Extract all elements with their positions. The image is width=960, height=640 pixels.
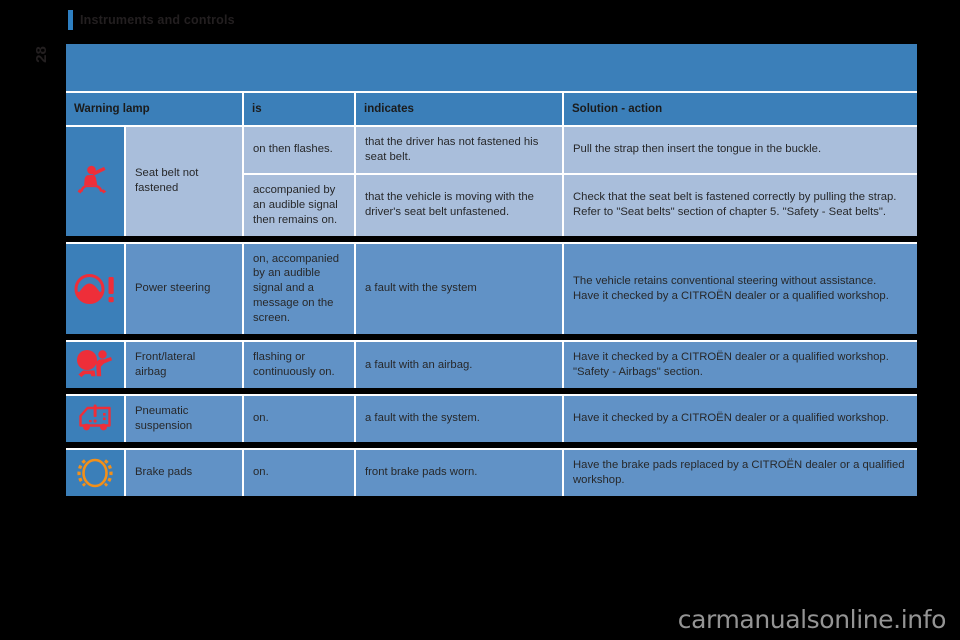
pneumatic-suspension-icon-cell bbox=[66, 393, 126, 442]
lamp-is: on. bbox=[244, 393, 357, 442]
lamp-name: Front/lateral airbag bbox=[126, 340, 245, 388]
table-row: Front/lateral airbag flashing or continu… bbox=[66, 340, 918, 388]
chapter-title: Instruments and controls bbox=[80, 13, 235, 27]
power-steering-icon-cell bbox=[66, 241, 126, 335]
site-watermark: carmanualsonline.info bbox=[677, 605, 947, 634]
lamp-indicates: front brake pads worn. bbox=[356, 447, 565, 496]
brake-pads-icon bbox=[77, 458, 113, 487]
lamp-name: Power steering bbox=[126, 241, 245, 335]
lamp-solution: Have it checked by a CITROËN dealer or a… bbox=[564, 340, 918, 388]
page-number: 28 bbox=[26, 36, 56, 72]
chapter-heading: Instruments and controls bbox=[68, 10, 235, 30]
lamp-indicates: that the driver has not fastened his sea… bbox=[356, 125, 565, 173]
seat-belt-icon-cell bbox=[66, 125, 126, 236]
chapter-accent-bar bbox=[68, 10, 73, 30]
lamp-solution: Pull the strap then insert the tongue in… bbox=[564, 125, 918, 173]
lamp-indicates: that the vehicle is moving with the driv… bbox=[356, 172, 565, 236]
lamp-indicates: a fault with an airbag. bbox=[356, 340, 565, 388]
table-top-banner bbox=[66, 44, 917, 91]
lamp-is: accompanied by an audible signal then re… bbox=[244, 172, 357, 236]
page-number-value: 28 bbox=[32, 45, 50, 63]
lamp-indicates: a fault with the system. bbox=[356, 393, 565, 442]
manual-page: Instruments and controls 28 Warning lamp… bbox=[0, 0, 960, 640]
lamp-solution: Have it checked by a CITROËN dealer or a… bbox=[564, 393, 918, 442]
table-row: Power steering on, accompanied by an aud… bbox=[66, 241, 918, 335]
lamp-name: Pneumatic suspension bbox=[126, 393, 245, 442]
power-steering-icon bbox=[74, 273, 114, 304]
lamp-name: Seat belt not fastened bbox=[126, 125, 245, 236]
header-is: is bbox=[244, 91, 357, 125]
lamp-solution: The vehicle retains conventional steerin… bbox=[564, 241, 918, 335]
warning-lamp-table-wrapper: Warning lamp is indicates Solution - act… bbox=[66, 44, 918, 496]
seat-belt-icon bbox=[77, 165, 107, 194]
brake-pads-icon-cell bbox=[66, 447, 126, 496]
header-warning-lamp: Warning lamp bbox=[66, 91, 245, 125]
lamp-indicates: a fault with the system bbox=[356, 241, 565, 335]
lamp-is: on, accompanied by an audible signal and… bbox=[244, 241, 357, 335]
lamp-is: on. bbox=[244, 447, 357, 496]
airbag-icon-cell bbox=[66, 340, 126, 388]
lamp-is: on then flashes. bbox=[244, 125, 357, 173]
airbag-icon bbox=[77, 349, 112, 378]
lamp-solution: Have the brake pads replaced by a CITROË… bbox=[564, 447, 918, 496]
table-row: Brake pads on. front brake pads worn. Ha… bbox=[66, 447, 918, 496]
header-indicates: indicates bbox=[356, 91, 565, 125]
lamp-solution: Check that the seat belt is fastened cor… bbox=[564, 172, 918, 236]
pneumatic-suspension-icon bbox=[79, 404, 111, 431]
lamp-is: flashing or continuously on. bbox=[244, 340, 357, 388]
lamp-name: Brake pads bbox=[126, 447, 245, 496]
warning-lamp-table: Warning lamp is indicates Solution - act… bbox=[66, 91, 918, 496]
table-row: Seat belt not fastened on then flashes. … bbox=[66, 125, 918, 236]
header-solution: Solution - action bbox=[564, 91, 918, 125]
table-header-row: Warning lamp is indicates Solution - act… bbox=[66, 91, 918, 125]
table-row: Pneumatic suspension on. a fault with th… bbox=[66, 393, 918, 442]
